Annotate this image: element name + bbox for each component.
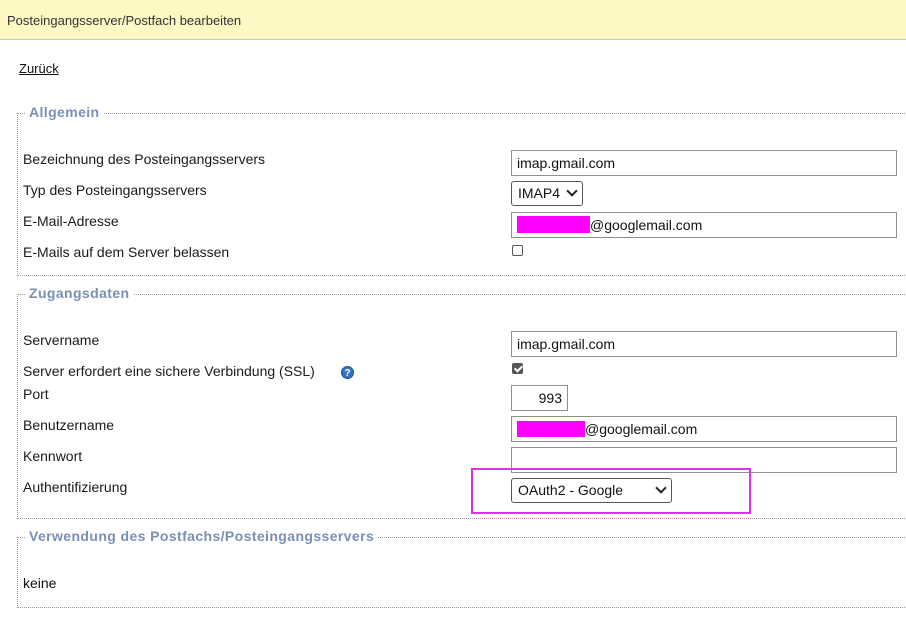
auth-label: Authentifizierung xyxy=(23,479,128,495)
port-value: 993 xyxy=(538,390,562,406)
server-type-select[interactable]: IMAP4 xyxy=(511,181,583,206)
server-type-label: Typ des Posteingangsservers xyxy=(23,182,207,198)
redaction-block xyxy=(517,216,590,233)
page-header: Posteingangsserver/Postfach bearbeiten xyxy=(0,0,906,40)
chevron-down-icon xyxy=(566,185,578,197)
password-label: Kennwort xyxy=(23,448,83,464)
email-label: E-Mail-Adresse xyxy=(23,213,119,229)
username-input[interactable]: @googlemail.com xyxy=(511,416,897,442)
email-input[interactable]: @googlemail.com xyxy=(511,212,897,238)
page-title: Posteingangsserver/Postfach bearbeiten xyxy=(7,13,242,28)
username-label: Benutzername xyxy=(23,417,115,433)
keep-mails-checkbox[interactable] xyxy=(512,245,523,256)
section-verwendung: Verwendung des Postfachs/Posteingangsser… xyxy=(17,528,906,608)
auth-select[interactable]: OAuth2 - Google xyxy=(511,478,672,503)
server-name-input[interactable]: imap.gmail.com xyxy=(511,150,897,176)
servername-value: imap.gmail.com xyxy=(517,336,616,352)
chevron-down-icon xyxy=(655,482,667,494)
email-value-suffix: @googlemail.com xyxy=(590,217,703,233)
section-legend-verwendung: Verwendung des Postfachs/Posteingangsser… xyxy=(25,528,379,544)
section-legend-zugangsdaten: Zugangsdaten xyxy=(25,285,134,301)
keep-mails-label: E-Mails auf dem Server belassen xyxy=(23,244,230,260)
server-type-value: IMAP4 xyxy=(518,185,561,201)
servername-input[interactable]: imap.gmail.com xyxy=(511,331,897,357)
servername-label: Servername xyxy=(23,332,100,348)
section-legend-allgemein: Allgemein xyxy=(25,104,104,120)
help-icon[interactable]: ? xyxy=(341,366,354,379)
port-input[interactable]: 993 xyxy=(511,385,568,411)
server-name-value: imap.gmail.com xyxy=(517,155,616,171)
ssl-label: Server erfordert eine sichere Verbindung… xyxy=(23,363,315,379)
username-value-suffix: @googlemail.com xyxy=(585,421,698,437)
usage-value: keine xyxy=(23,575,57,591)
server-name-label: Bezeichnung des Posteingangsservers xyxy=(23,151,266,167)
auth-value: OAuth2 - Google xyxy=(518,482,624,498)
back-link[interactable]: Zurück xyxy=(19,61,59,76)
port-label: Port xyxy=(23,386,49,402)
redaction-block xyxy=(517,421,585,437)
ssl-checkbox[interactable] xyxy=(512,363,523,374)
section-zugangsdaten: Zugangsdaten xyxy=(17,285,906,519)
